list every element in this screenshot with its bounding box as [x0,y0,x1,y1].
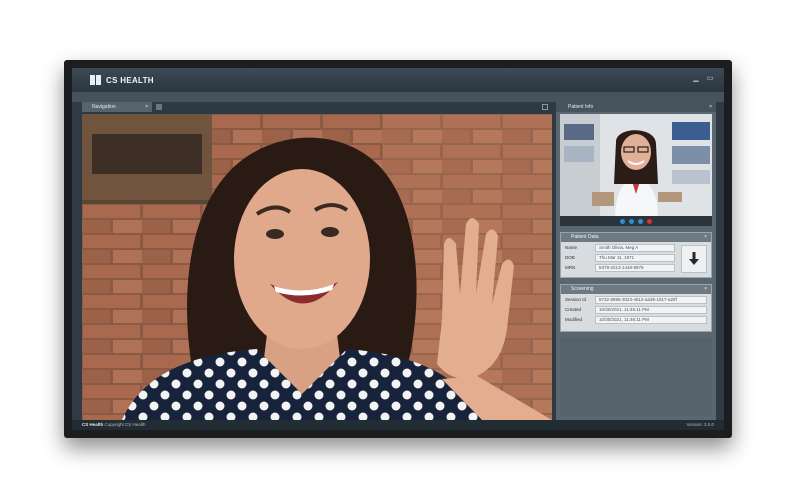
patient-info-header: Patient Info × [556,102,716,112]
pin-icon[interactable] [156,104,162,110]
collapse-icon[interactable]: × [704,285,707,294]
patient-data-header: Patient Data × [561,233,711,242]
field-label-dob: DOB [565,255,575,260]
collapse-icon[interactable]: × [704,233,707,242]
camera-toggle-button[interactable] [620,218,625,224]
created-field[interactable]: 10/30/2021, 11:46:11 PM [595,305,707,314]
field-label-created: Created [565,307,582,312]
tab-close-icon[interactable]: × [145,102,148,112]
app-window: CS HEALTH ▁ ▭ Navigation × Patient Info … [72,68,724,430]
field-row: DOB Thu Mar 11, 1971 [565,253,675,262]
status-left: CS Health Copyright CS Health [82,422,152,427]
field-row: Created 10/30/2021, 11:46:11 PM [565,305,707,314]
close-icon[interactable]: × [709,102,712,112]
doctor-video-image [560,114,712,216]
navigation-panel: Navigation × [82,102,552,420]
tab-navigation[interactable]: Navigation × [82,102,152,112]
field-label-session: Session Id [565,297,587,302]
field-row: Modified 10/30/2021, 11:46:11 PM [565,315,707,324]
toolbar-strip [72,92,724,102]
download-button[interactable] [681,245,707,273]
tab-navigation-label: Navigation [92,104,116,110]
screen-share-button[interactable] [638,218,643,224]
call-controls [560,216,712,226]
title-bar: CS HEALTH ▁ ▭ [72,68,724,92]
app-logo-icon [90,75,102,85]
status-bar: CS Health Copyright CS Health Version: 3… [72,420,724,430]
dob-field[interactable]: Thu Mar 11, 1971 [595,253,675,262]
field-row: MRN 8378-2213-1448-8876 [565,263,675,272]
name-field[interactable]: Smith Olivia, Meg A [595,243,675,252]
end-call-button[interactable] [647,218,652,224]
field-label-modified: Modified [565,317,583,322]
patient-data-section: Patient Data × Name Smith Olivia, Meg A … [560,232,712,278]
status-version: Version: 3.0.0 [686,422,714,427]
expand-panel-icon[interactable] [542,104,548,110]
empty-panel-area [560,338,712,416]
screening-section: Screening × Session Id 8732-8896-3023-46… [560,284,712,332]
field-label-name: Name [565,245,578,250]
field-label-mrn: MRN [565,265,576,270]
maximize-icon[interactable]: ▭ [706,75,714,83]
main-video-feed [82,114,552,420]
screening-header: Screening × [561,285,711,294]
app-title: CS HEALTH [106,75,154,85]
mrn-field[interactable]: 8378-2213-1448-8876 [595,263,675,272]
status-copyright: Copyright CS Health [104,422,146,427]
session-id-field[interactable]: 8732-8896-3023-4612-aa36-1817-a28f [595,295,707,304]
modified-field[interactable]: 10/30/2021, 11:46:11 PM [595,315,707,324]
patient-info-panel: Patient Info × Patient Data × Name Smith… [556,102,716,420]
patient-video-image [82,114,552,420]
monitor-frame: CS HEALTH ▁ ▭ Navigation × Patient Info … [64,60,732,438]
patient-data-title: Patient Data [571,234,599,240]
status-app-name: CS Health [82,422,104,427]
patient-info-title: Patient Info [568,104,594,110]
field-row: Name Smith Olivia, Meg A [565,243,675,252]
doctor-video-feed [560,114,712,216]
minimize-icon[interactable]: ▁ [692,75,700,83]
window-controls: ▁ ▭ [692,75,714,83]
field-row: Session Id 8732-8896-3023-4612-aa36-1817… [565,295,707,304]
mic-toggle-button[interactable] [629,218,634,224]
screening-title: Screening [571,286,594,292]
download-arrow-icon [689,252,699,265]
